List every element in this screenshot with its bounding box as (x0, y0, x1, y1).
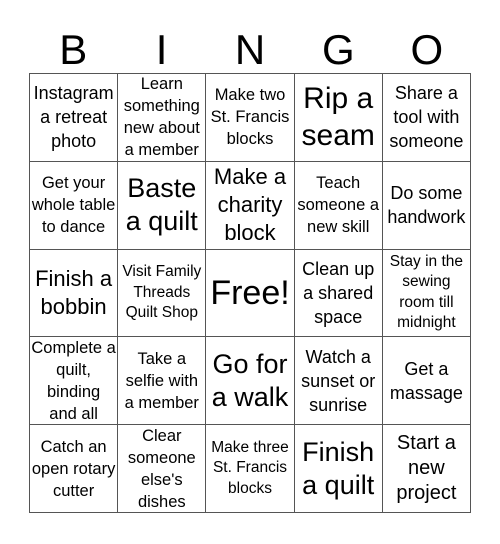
bingo-cell[interactable]: Catch an open rotary cutter (30, 425, 119, 513)
cell-text: Catch an open rotary cutter (31, 437, 116, 500)
cell-text: Make two St. Francis blocks (210, 86, 290, 149)
bingo-header: B I N G O (29, 28, 471, 72)
bingo-cell[interactable]: Stay in the sewing room till midnight (382, 249, 471, 338)
cell-text: Make a charity block (213, 164, 287, 246)
bingo-cell[interactable]: Visit Family Threads Quilt Shop (118, 249, 207, 338)
bingo-cell[interactable]: Get a massage (382, 337, 471, 426)
bingo-cell[interactable]: Finish a bobbin (30, 249, 119, 338)
bingo-cell[interactable]: Learn something new about a member (118, 74, 207, 162)
bingo-cell[interactable]: Do some handwork (382, 161, 471, 250)
cell-text: Instagram a retreat photo (33, 83, 114, 152)
bingo-cell[interactable]: Baste a quilt (118, 161, 207, 250)
header-letter-o: O (410, 26, 444, 73)
bingo-cell[interactable]: Share a tool with someone (382, 74, 471, 162)
cell-text: Stay in the sewing room till midnight (389, 252, 464, 332)
bingo-cell[interactable]: Make a charity block (206, 161, 295, 250)
header-letter-n: N (234, 26, 266, 73)
bingo-cell[interactable]: Finish a quilt (294, 425, 383, 513)
bingo-cell[interactable]: Clean up a shared space (294, 249, 383, 338)
cell-text: Watch a sunset or sunrise (301, 346, 376, 415)
cell-text: Free! (210, 273, 290, 312)
bingo-cell[interactable]: Complete a quilt, binding and all (30, 337, 119, 426)
cell-text: Baste a quilt (125, 173, 198, 237)
cell-text: Learn something new about a member (123, 75, 200, 160)
bingo-cell[interactable]: Get your whole table to dance (30, 161, 119, 250)
cell-text: Start a new project (396, 432, 457, 505)
header-letter-b: B (59, 26, 88, 73)
bingo-cell[interactable]: Make three St. Francis blocks (206, 425, 295, 513)
bingo-cell[interactable]: Rip a seam (294, 74, 383, 162)
cell-text: Get your whole table to dance (31, 174, 116, 237)
cell-text: Visit Family Threads Quilt Shop (122, 263, 202, 322)
bingo-cell[interactable]: Instagram a retreat photo (30, 74, 119, 162)
cell-text: Finish a bobbin (35, 265, 113, 319)
bingo-cell[interactable]: Watch a sunset or sunrise (294, 337, 383, 426)
cell-text: Complete a quilt, binding and all (31, 338, 116, 423)
header-letter-g: G (322, 26, 355, 73)
bingo-card: Instagram a retreat photo Learn somethin… (29, 73, 471, 513)
cell-text: Rip a seam (301, 82, 375, 153)
cell-text: Take a selfie with a member (124, 349, 199, 412)
bingo-cell[interactable]: Clear someone else's dishes (118, 425, 207, 513)
bingo-cell[interactable]: Take a selfie with a member (118, 337, 207, 426)
header-letter-i: I (155, 26, 168, 73)
cell-text: Clear someone else's dishes (127, 426, 196, 511)
cell-text: Share a tool with someone (389, 83, 464, 152)
bingo-cell[interactable]: Go for a walk (206, 337, 295, 426)
cell-text: Do some handwork (387, 183, 466, 228)
cell-text: Clean up a shared space (302, 258, 375, 327)
free-space[interactable]: Free! (206, 249, 295, 338)
bingo-cell[interactable]: Make two St. Francis blocks (206, 74, 295, 162)
cell-text: Make three St. Francis blocks (211, 438, 289, 497)
bingo-cell[interactable]: Start a new project (382, 425, 471, 513)
cell-text: Finish a quilt (302, 436, 375, 500)
cell-text: Teach someone a new skill (297, 174, 380, 237)
cell-text: Get a massage (389, 358, 463, 403)
cell-text: Go for a walk (211, 348, 289, 412)
bingo-cell[interactable]: Teach someone a new skill (294, 161, 383, 250)
